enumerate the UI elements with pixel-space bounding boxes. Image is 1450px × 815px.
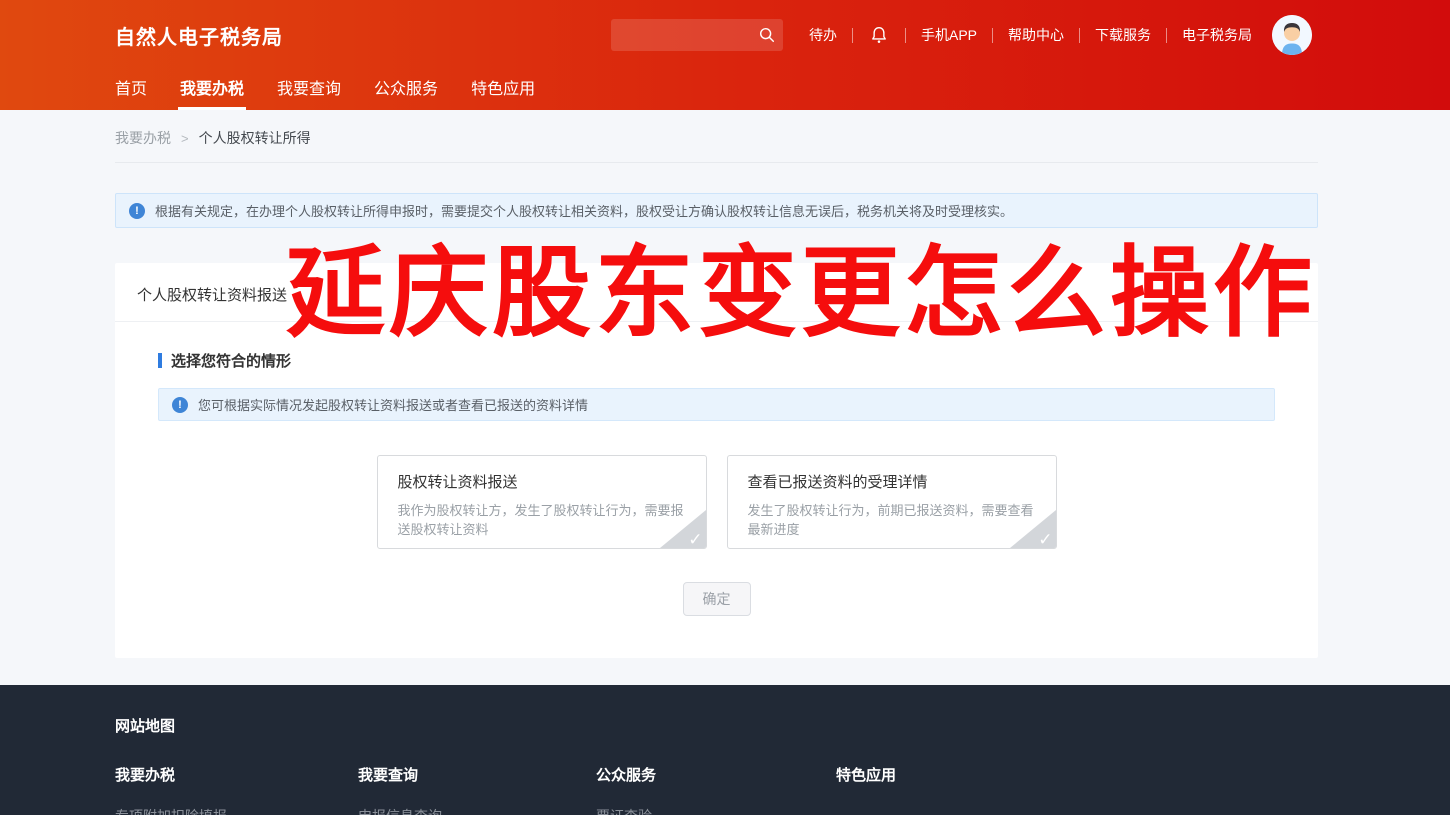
breadcrumb-parent[interactable]: 我要办税 — [115, 128, 171, 148]
info-icon: ! — [172, 397, 188, 413]
header: 自然人电子税务局 待办 手机APP 帮助中心 — [0, 0, 1450, 110]
footer-col-public-service: 公众服务 票证查验 — [596, 764, 836, 815]
sitemap-title: 网站地图 — [115, 715, 1450, 736]
search-box[interactable] — [611, 19, 783, 51]
option-card-submit-materials[interactable]: 股权转让资料报送 我作为股权转让方，发生了股权转让行为，需要报送股权转让资料 ✓ — [377, 455, 707, 549]
header-quickbar: 待办 手机APP 帮助中心 下载服务 电子税务局 — [809, 24, 1252, 46]
nav-tab-public-service[interactable]: 公众服务 — [374, 70, 438, 110]
option-title: 股权转让资料报送 — [398, 471, 686, 492]
section-hint-banner: ! 您可根据实际情况发起股权转让资料报送或者查看已报送的资料详情 — [158, 388, 1275, 421]
confirm-row: 确定 — [115, 582, 1318, 616]
report-card: 个人股权转让资料报送 选择您符合的情形 ! 您可根据实际情况发起股权转让资料报送… — [115, 263, 1318, 658]
footer-link-declaration-info[interactable]: 申报信息查询 — [358, 806, 596, 815]
check-icon: ✓ — [1038, 530, 1052, 549]
option-description: 发生了股权转让行为，前期已报送资料，需要查看最新进度 — [748, 501, 1036, 539]
main-nav: 首页 我要办税 我要查询 公众服务 特色应用 — [0, 70, 1450, 110]
section-title-text: 选择您符合的情形 — [171, 350, 291, 371]
todo-link[interactable]: 待办 — [809, 25, 837, 45]
divider — [1166, 28, 1167, 43]
help-center-link[interactable]: 帮助中心 — [1008, 25, 1064, 45]
footer-link-special-deduction[interactable]: 专项附加扣除填报 — [115, 806, 358, 815]
option-list: 股权转让资料报送 我作为股权转让方，发生了股权转让行为，需要报送股权转让资料 ✓… — [115, 455, 1318, 549]
option-description: 我作为股权转让方，发生了股权转让行为，需要报送股权转让资料 — [398, 501, 686, 539]
breadcrumb-current: 个人股权转让所得 — [199, 128, 311, 148]
footer-col-heading: 我要查询 — [358, 764, 596, 785]
card-title: 个人股权转让资料报送 — [115, 263, 1318, 322]
section-title: 选择您符合的情形 — [158, 350, 1318, 371]
header-top: 自然人电子税务局 待办 手机APP 帮助中心 — [0, 0, 1450, 70]
check-icon: ✓ — [688, 530, 702, 549]
option-card-view-progress[interactable]: 查看已报送资料的受理详情 发生了股权转让行为，前期已报送资料，需要查看最新进度 … — [727, 455, 1057, 549]
footer-col-heading: 公众服务 — [596, 764, 836, 785]
hint-text: 您可根据实际情况发起股权转让资料报送或者查看已报送的资料详情 — [198, 395, 588, 414]
footer-col-tax-handling: 我要办税 专项附加扣除填报 — [115, 764, 358, 815]
search-icon[interactable] — [758, 26, 776, 44]
page-notice-banner: ! 根据有关规定，在办理个人股权转让所得申报时，需要提交个人股权转让相关资料，股… — [115, 193, 1318, 228]
footer-col-featured-apps: 特色应用 — [836, 764, 896, 815]
main-content: 我要办税 > 个人股权转让所得 ! 根据有关规定，在办理个人股权转让所得申报时，… — [115, 110, 1318, 658]
info-icon: ! — [129, 203, 145, 219]
nav-tab-featured-apps[interactable]: 特色应用 — [471, 70, 535, 110]
breadcrumb-separator: > — [181, 131, 189, 146]
footer-col-inquiry: 我要查询 申报信息查询 — [358, 764, 596, 815]
notification-bell-icon[interactable] — [868, 24, 890, 46]
site-logo: 自然人电子税务局 — [115, 21, 283, 50]
confirm-button[interactable]: 确定 — [683, 582, 751, 616]
footer-columns: 我要办税 专项附加扣除填报 我要查询 申报信息查询 公众服务 票证查验 特色应用 — [115, 764, 1450, 815]
footer-col-heading: 特色应用 — [836, 764, 896, 785]
divider — [905, 28, 906, 43]
user-avatar[interactable] — [1272, 15, 1312, 55]
nav-tab-home[interactable]: 首页 — [115, 70, 147, 110]
nav-tab-inquiry[interactable]: 我要查询 — [277, 70, 341, 110]
section-accent-bar — [158, 353, 162, 368]
option-title: 查看已报送资料的受理详情 — [748, 471, 1036, 492]
divider — [1079, 28, 1080, 43]
divider — [852, 28, 853, 43]
breadcrumb: 我要办税 > 个人股权转让所得 — [115, 110, 1318, 163]
mobile-app-link[interactable]: 手机APP — [921, 25, 977, 45]
divider — [992, 28, 993, 43]
notice-text: 根据有关规定，在办理个人股权转让所得申报时，需要提交个人股权转让相关资料，股权受… — [155, 201, 1013, 220]
download-service-link[interactable]: 下载服务 — [1095, 25, 1151, 45]
footer: 网站地图 我要办税 专项附加扣除填报 我要查询 申报信息查询 公众服务 票证查验… — [0, 685, 1450, 815]
footer-link-ticket-check[interactable]: 票证查验 — [596, 806, 836, 815]
etax-bureau-link[interactable]: 电子税务局 — [1182, 25, 1252, 45]
footer-col-heading: 我要办税 — [115, 764, 358, 785]
nav-tab-tax-handling[interactable]: 我要办税 — [180, 70, 244, 110]
